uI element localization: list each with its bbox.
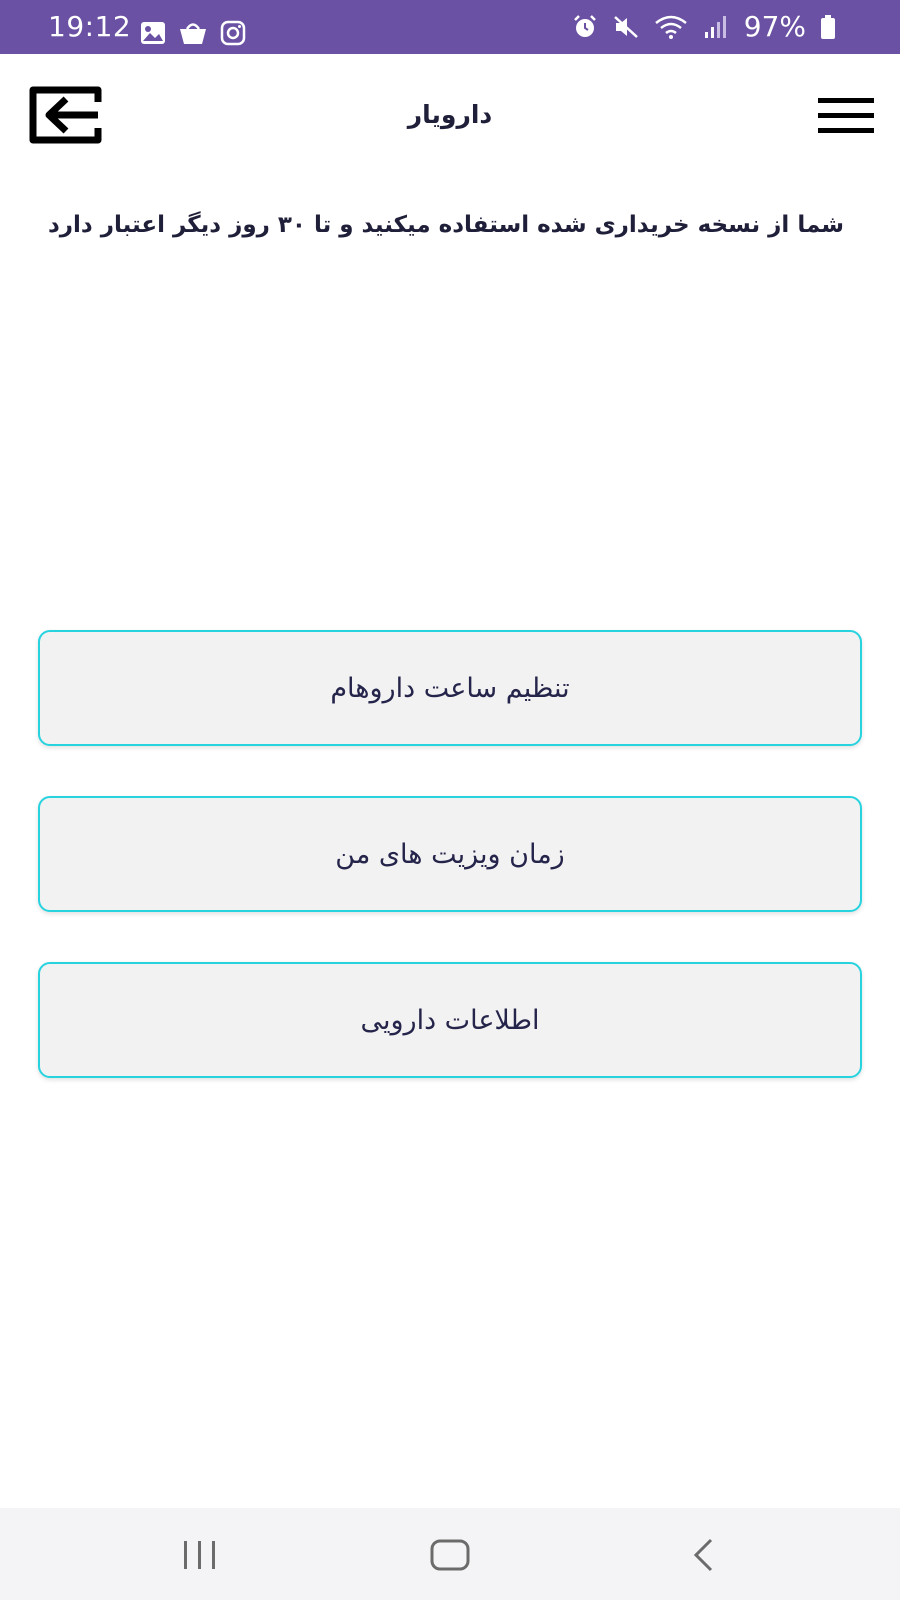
signal-icon	[704, 14, 728, 40]
instagram-icon	[220, 20, 246, 46]
alarm-icon	[572, 14, 598, 40]
battery-icon	[820, 14, 836, 40]
back-icon	[693, 1538, 713, 1572]
system-nav-bar	[0, 1508, 900, 1600]
status-right-icons: 97%	[572, 10, 836, 43]
my-visit-times-button[interactable]: زمان ویزیت های من	[38, 796, 862, 912]
wifi-icon	[654, 14, 690, 40]
status-bar: 19:12 97%	[0, 0, 900, 54]
recent-apps-button[interactable]	[170, 1530, 230, 1580]
back-button[interactable]	[674, 1530, 734, 1580]
status-left-icons	[140, 20, 246, 46]
app-title: دارویار	[407, 100, 493, 129]
shopping-bag-icon	[178, 20, 208, 46]
mute-icon	[612, 14, 640, 40]
status-time: 19:12	[48, 10, 132, 43]
recent-apps-icon	[184, 1541, 215, 1569]
battery-percentage: 97%	[743, 10, 806, 43]
set-medication-time-button[interactable]: تنظیم ساعت داروهام	[38, 630, 862, 746]
gallery-icon	[140, 21, 166, 45]
subscription-notice: شما از نسخه خریداری شده استفاده میکنید و…	[47, 212, 844, 238]
home-button[interactable]	[420, 1530, 480, 1580]
home-icon	[430, 1539, 470, 1571]
main-menu: تنظیم ساعت داروهام زمان ویزیت های من اطل…	[38, 630, 862, 1128]
screen: 19:12 97% دارویار شما از نسخه خریداری شد…	[0, 0, 900, 1600]
menu-button[interactable]	[818, 96, 874, 136]
hamburger-menu-icon	[818, 98, 874, 133]
drug-information-button[interactable]: اطلاعات دارویی	[38, 962, 862, 1078]
app-bar: دارویار	[0, 54, 900, 174]
